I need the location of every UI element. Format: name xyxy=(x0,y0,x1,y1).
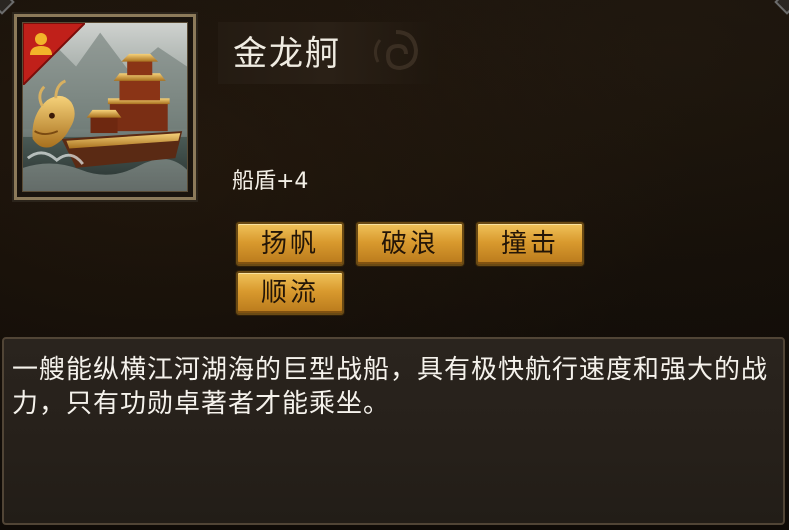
item-portrait-frame xyxy=(12,12,198,202)
item-description: 一艘能纵横江河湖海的巨型战船，具有极快航行速度和强大的战力，只有功勋卓著者才能乘… xyxy=(12,355,769,419)
skill-button-break-waves[interactable]: 破浪 xyxy=(356,222,464,266)
skill-button-sail[interactable]: 扬帆 xyxy=(236,222,344,266)
description-box: 一艘能纵横江河湖海的巨型战船，具有极快航行速度和强大的战力，只有功勋卓著者才能乘… xyxy=(2,337,785,525)
skill-button-ram[interactable]: 撞击 xyxy=(476,222,584,266)
item-portrait xyxy=(22,22,188,192)
quality-badge xyxy=(23,23,85,85)
item-name: 金龙舸 xyxy=(233,34,341,74)
item-detail-panel: 金龙舸 船盾+4 扬帆 破浪 撞击 顺流 一艘能纵横江河湖海的巨型战船，具有极快… xyxy=(0,0,789,530)
corner-ornament xyxy=(0,0,15,15)
person-icon xyxy=(23,23,85,85)
cloud-swirl-ornament-icon xyxy=(373,30,419,71)
skill-button-downstream[interactable]: 顺流 xyxy=(236,271,344,315)
item-stat: 船盾+4 xyxy=(232,169,309,194)
corner-ornament xyxy=(774,0,789,15)
